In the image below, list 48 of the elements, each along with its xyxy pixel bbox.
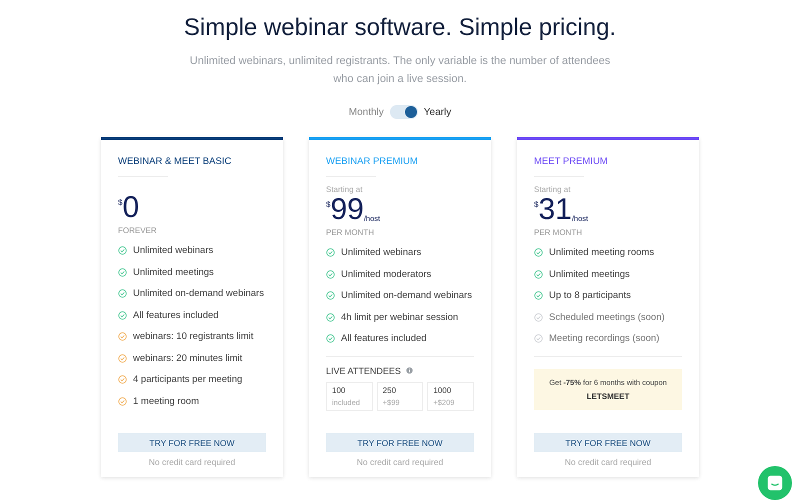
info-icon[interactable]	[406, 367, 413, 374]
billing-option-label[interactable]: Monthly	[348, 106, 384, 118]
feature-text: Unlimited meetings	[133, 266, 214, 278]
try-free-button[interactable]: TRY FOR FREE NOW	[118, 433, 266, 452]
feature-text: 4h limit per webinar session	[341, 312, 458, 323]
billing-period: FOREVER	[118, 226, 158, 235]
feature-text: Scheduled meetings (soon)	[549, 312, 665, 323]
feature-text: Unlimited meeting rooms	[549, 247, 654, 258]
no-credit-card-note: No credit card required	[564, 457, 652, 467]
currency-symbol: $	[118, 198, 122, 207]
no-credit-card-note: No credit card required	[148, 457, 236, 467]
try-free-button[interactable]: TRY FOR FREE NOW	[326, 433, 474, 452]
feature-text: Unlimited on-demand webinars	[133, 288, 264, 300]
feature-text: Unlimited meetings	[549, 268, 630, 280]
feature-text: Unlimited on-demand webinars	[341, 290, 472, 302]
chat-button[interactable]	[758, 466, 792, 500]
billing-period: PER MONTH	[534, 228, 583, 237]
feature-text: Meeting recordings (soon)	[549, 333, 660, 344]
currency-symbol: $	[326, 200, 330, 209]
feature-text: Up to 8 participants	[549, 290, 631, 302]
coupon-code: LETSMEET	[586, 392, 630, 400]
currency-symbol: $	[534, 200, 538, 209]
feature-text: All features included	[341, 333, 427, 344]
starting-at-label: Starting at	[326, 185, 364, 194]
page-title: Simple webinar software. Simple pricing.	[184, 14, 616, 42]
live-attendees-label: LIVE ATTENDEES	[326, 366, 401, 376]
feature-text: 4 participants per meeting	[133, 374, 242, 386]
billing-toggle[interactable]	[390, 105, 418, 119]
billing-option-label[interactable]: Yearly	[424, 106, 452, 118]
chat-icon	[766, 474, 784, 492]
price-amount: 31	[538, 196, 572, 224]
billing-period: PER MONTH	[326, 228, 375, 237]
feature-text: All features included	[133, 310, 219, 321]
plan-name: WEBINAR & MEET BASIC	[118, 156, 232, 167]
feature-text: Unlimited webinars	[133, 245, 214, 256]
price-amount: 99	[330, 196, 364, 224]
plan-name: MEET PREMIUM	[534, 156, 609, 167]
starting-at-label: Starting at	[534, 185, 572, 194]
no-credit-card-note: No credit card required	[356, 457, 444, 467]
feature-text: webinars: 20 minutes limit	[133, 352, 242, 364]
plan-name: WEBINAR PREMIUM	[326, 156, 419, 167]
feature-text: Unlimited moderators	[341, 268, 432, 280]
feature-text: webinars: 10 registrants limit	[133, 331, 254, 342]
price-amount: 0	[122, 194, 140, 222]
feature-text: 1 meeting room	[133, 396, 200, 407]
try-free-button[interactable]: TRY FOR FREE NOW	[534, 433, 682, 452]
feature-text: Unlimited webinars	[341, 247, 422, 258]
page-subtitle: Unlimited webinars, unlimited registrants. The only variable is the number of attendees who can join a live session.	[188, 54, 612, 87]
